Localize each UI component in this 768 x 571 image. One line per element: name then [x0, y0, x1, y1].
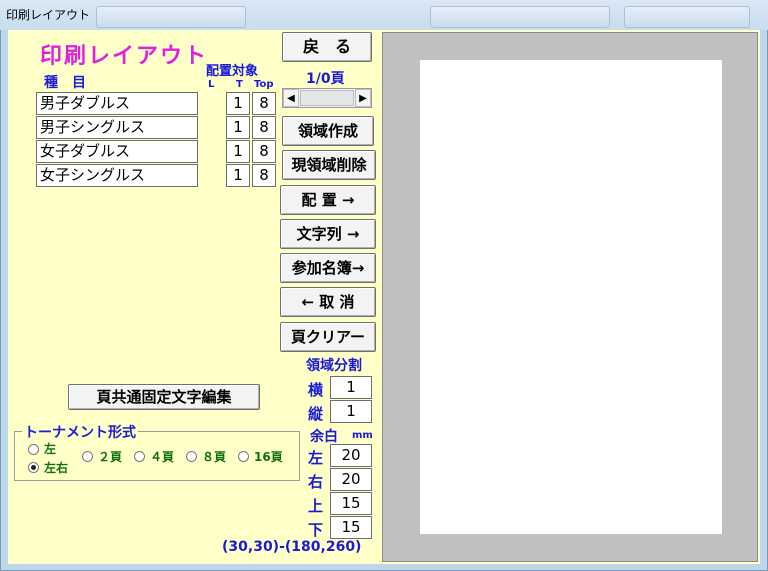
target-top-field[interactable]: 8 [252, 140, 276, 163]
create-area-button[interactable]: 領域作成 [282, 116, 374, 146]
scroll-thumb[interactable] [300, 90, 354, 106]
target-top-field[interactable]: 8 [252, 116, 276, 139]
radio-16-pages[interactable] [238, 451, 249, 462]
margin-right-label: 右 [308, 473, 324, 491]
margin-title: 余白 [310, 429, 338, 445]
coordinates-readout: (30,30)-(180,260) [222, 539, 362, 555]
clear-page-button[interactable]: 頁クリアー [280, 322, 376, 352]
margin-top-label: 上 [308, 497, 324, 515]
radio-8-pages[interactable] [186, 451, 197, 462]
target-top-field[interactable]: 8 [252, 164, 276, 187]
cancel-button[interactable]: ← 取 消 [280, 287, 376, 317]
margin-bottom-label: 下 [308, 521, 324, 539]
margin-right-field[interactable]: 20 [330, 468, 372, 491]
tournament-format-title: トーナメント形式 [22, 422, 138, 442]
page-scrollbar[interactable]: ◀ ▶ [282, 88, 372, 108]
margin-top-field[interactable]: 15 [330, 492, 372, 515]
paper-preview[interactable] [420, 60, 722, 534]
radio-4-pages[interactable] [134, 451, 145, 462]
margin-left-field[interactable]: 20 [330, 444, 372, 467]
place-button[interactable]: 配 置 → [280, 185, 376, 215]
radio-2-pages-label: ２頁 [98, 450, 123, 464]
radio-left-label: 左 [44, 442, 57, 456]
column-t-label: T [236, 79, 243, 90]
background-button-ghost [430, 6, 610, 28]
split-horizontal-field[interactable]: 1 [330, 376, 372, 399]
back-button[interactable]: 戻 る [282, 32, 372, 62]
background-button-ghost [624, 6, 750, 28]
column-top-label: Top [254, 79, 274, 90]
margin-bottom-field[interactable]: 15 [330, 516, 372, 539]
event-name-field[interactable]: 男子シングルス [36, 116, 198, 139]
participant-list-button[interactable]: 参加名簿→ [280, 253, 376, 283]
window-title: 印刷レイアウト [6, 8, 91, 22]
target-t-field[interactable]: 1 [226, 164, 250, 187]
column-type-label: 種 目 [44, 75, 86, 91]
split-horizontal-label: 横 [308, 381, 324, 399]
text-string-button[interactable]: 文字列 → [280, 219, 376, 249]
radio-8-pages-label: ８頁 [202, 450, 227, 464]
radio-4-pages-label: ４頁 [150, 450, 175, 464]
scroll-left-arrow-icon[interactable]: ◀ [283, 89, 299, 107]
radio-16-pages-label: 16頁 [254, 450, 283, 464]
target-t-field[interactable]: 1 [226, 92, 250, 115]
radio-left[interactable] [28, 444, 39, 455]
margin-unit: mm [352, 430, 373, 441]
target-top-field[interactable]: 8 [252, 92, 276, 115]
margin-left-label: 左 [308, 449, 324, 467]
title-bar: 印刷レイアウト [0, 0, 768, 30]
column-l-label: L [208, 79, 215, 90]
target-t-field[interactable]: 1 [226, 140, 250, 163]
split-vertical-label: 縦 [308, 405, 324, 423]
radio-2-pages[interactable] [82, 451, 93, 462]
radio-left-right[interactable] [28, 462, 39, 473]
column-target-label: 配置対象 [206, 64, 259, 79]
radio-left-right-label: 左右 [44, 461, 69, 475]
event-name-field[interactable]: 男子ダブルス [36, 92, 198, 115]
event-name-field[interactable]: 女子シングルス [36, 164, 198, 187]
page-indicator: 1/0頁 [306, 71, 345, 87]
scroll-right-arrow-icon[interactable]: ▶ [355, 89, 371, 107]
event-name-field[interactable]: 女子ダブルス [36, 140, 198, 163]
split-vertical-field[interactable]: 1 [330, 400, 372, 423]
common-fixed-text-edit-button[interactable]: 頁共通固定文字編集 [68, 384, 260, 410]
area-split-title: 領域分割 [306, 358, 362, 374]
delete-current-area-button[interactable]: 現領域削除 [282, 150, 376, 180]
background-window-ghost [96, 6, 246, 28]
panel-title: 印刷レイアウト [40, 44, 209, 69]
target-t-field[interactable]: 1 [226, 116, 250, 139]
